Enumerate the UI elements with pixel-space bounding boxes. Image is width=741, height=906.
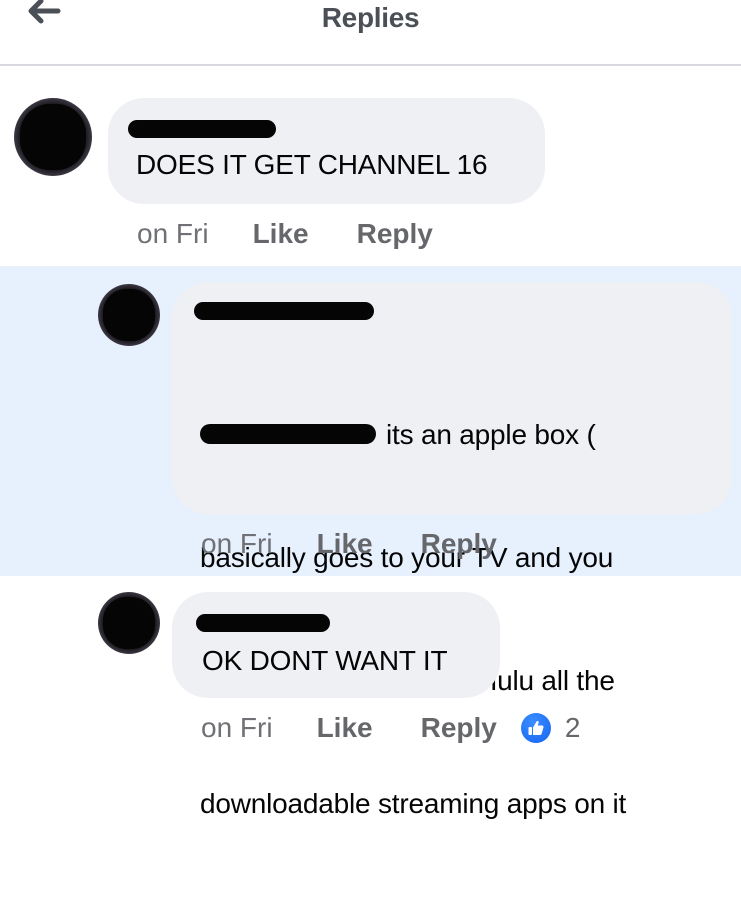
reply-button[interactable]: Reply [357,218,433,250]
author-name-redacted[interactable]: [redacted] [196,614,330,632]
comment-text: DOES IT GET CHANNEL 16 [136,149,488,180]
comment-bubble[interactable]: [redacted] DOES IT GET CHANNEL 16 [108,98,545,204]
author-name-redacted[interactable]: [redacted] [128,120,276,138]
reply-button[interactable]: Reply [421,712,497,744]
comment-text-line: its an apple box ( [386,419,596,450]
author-name-redacted[interactable]: [redacted] [194,302,374,320]
avatar-redaction [102,596,156,650]
comment-text-line: downloadable streaming apps on it [200,788,627,819]
comment-thread-highlighted: [redacted] [redacted]its an apple box ( … [0,266,741,819]
comment-actions: on Fri Like Reply [137,218,433,250]
comment-bubble[interactable]: [redacted] [redacted]its an apple box ( … [172,282,732,819]
mention-redacted[interactable]: [redacted] [200,423,376,444]
avatar[interactable] [98,592,160,654]
avatar[interactable] [14,98,92,176]
reply-button[interactable]: Reply [421,528,497,560]
page-title: Replies [321,2,420,33]
avatar-redaction [20,104,86,170]
top-bar: Replies [0,0,741,66]
thumbs-up-icon [528,721,544,735]
comment-thread: [redacted] DOES IT GET CHANNEL 16 on Fri… [0,66,741,266]
like-button[interactable]: Like [317,712,373,744]
comment-thread: [redacted] OK DONT WANT IT on Fri Like R… [0,576,741,763]
comment-actions: on Fri Like Reply 2 [201,712,580,744]
avatar-redaction [102,288,156,342]
comment-bubble[interactable]: [redacted] OK DONT WANT IT [172,592,500,698]
comment-line: [redacted] its an apple box ( [200,414,720,455]
comment-text: OK DONT WANT IT [202,645,448,676]
avatar[interactable] [98,284,160,346]
reaction-badge[interactable] [520,713,551,743]
timestamp: on Fri [201,528,273,559]
comment-actions: on Fri Like Reply [201,528,497,560]
like-button[interactable]: Like [317,528,373,560]
reaction-count: 2 [564,712,581,743]
timestamp: on Fri [201,712,273,743]
like-button[interactable]: Like [253,218,309,250]
timestamp: on Fri [137,218,209,249]
